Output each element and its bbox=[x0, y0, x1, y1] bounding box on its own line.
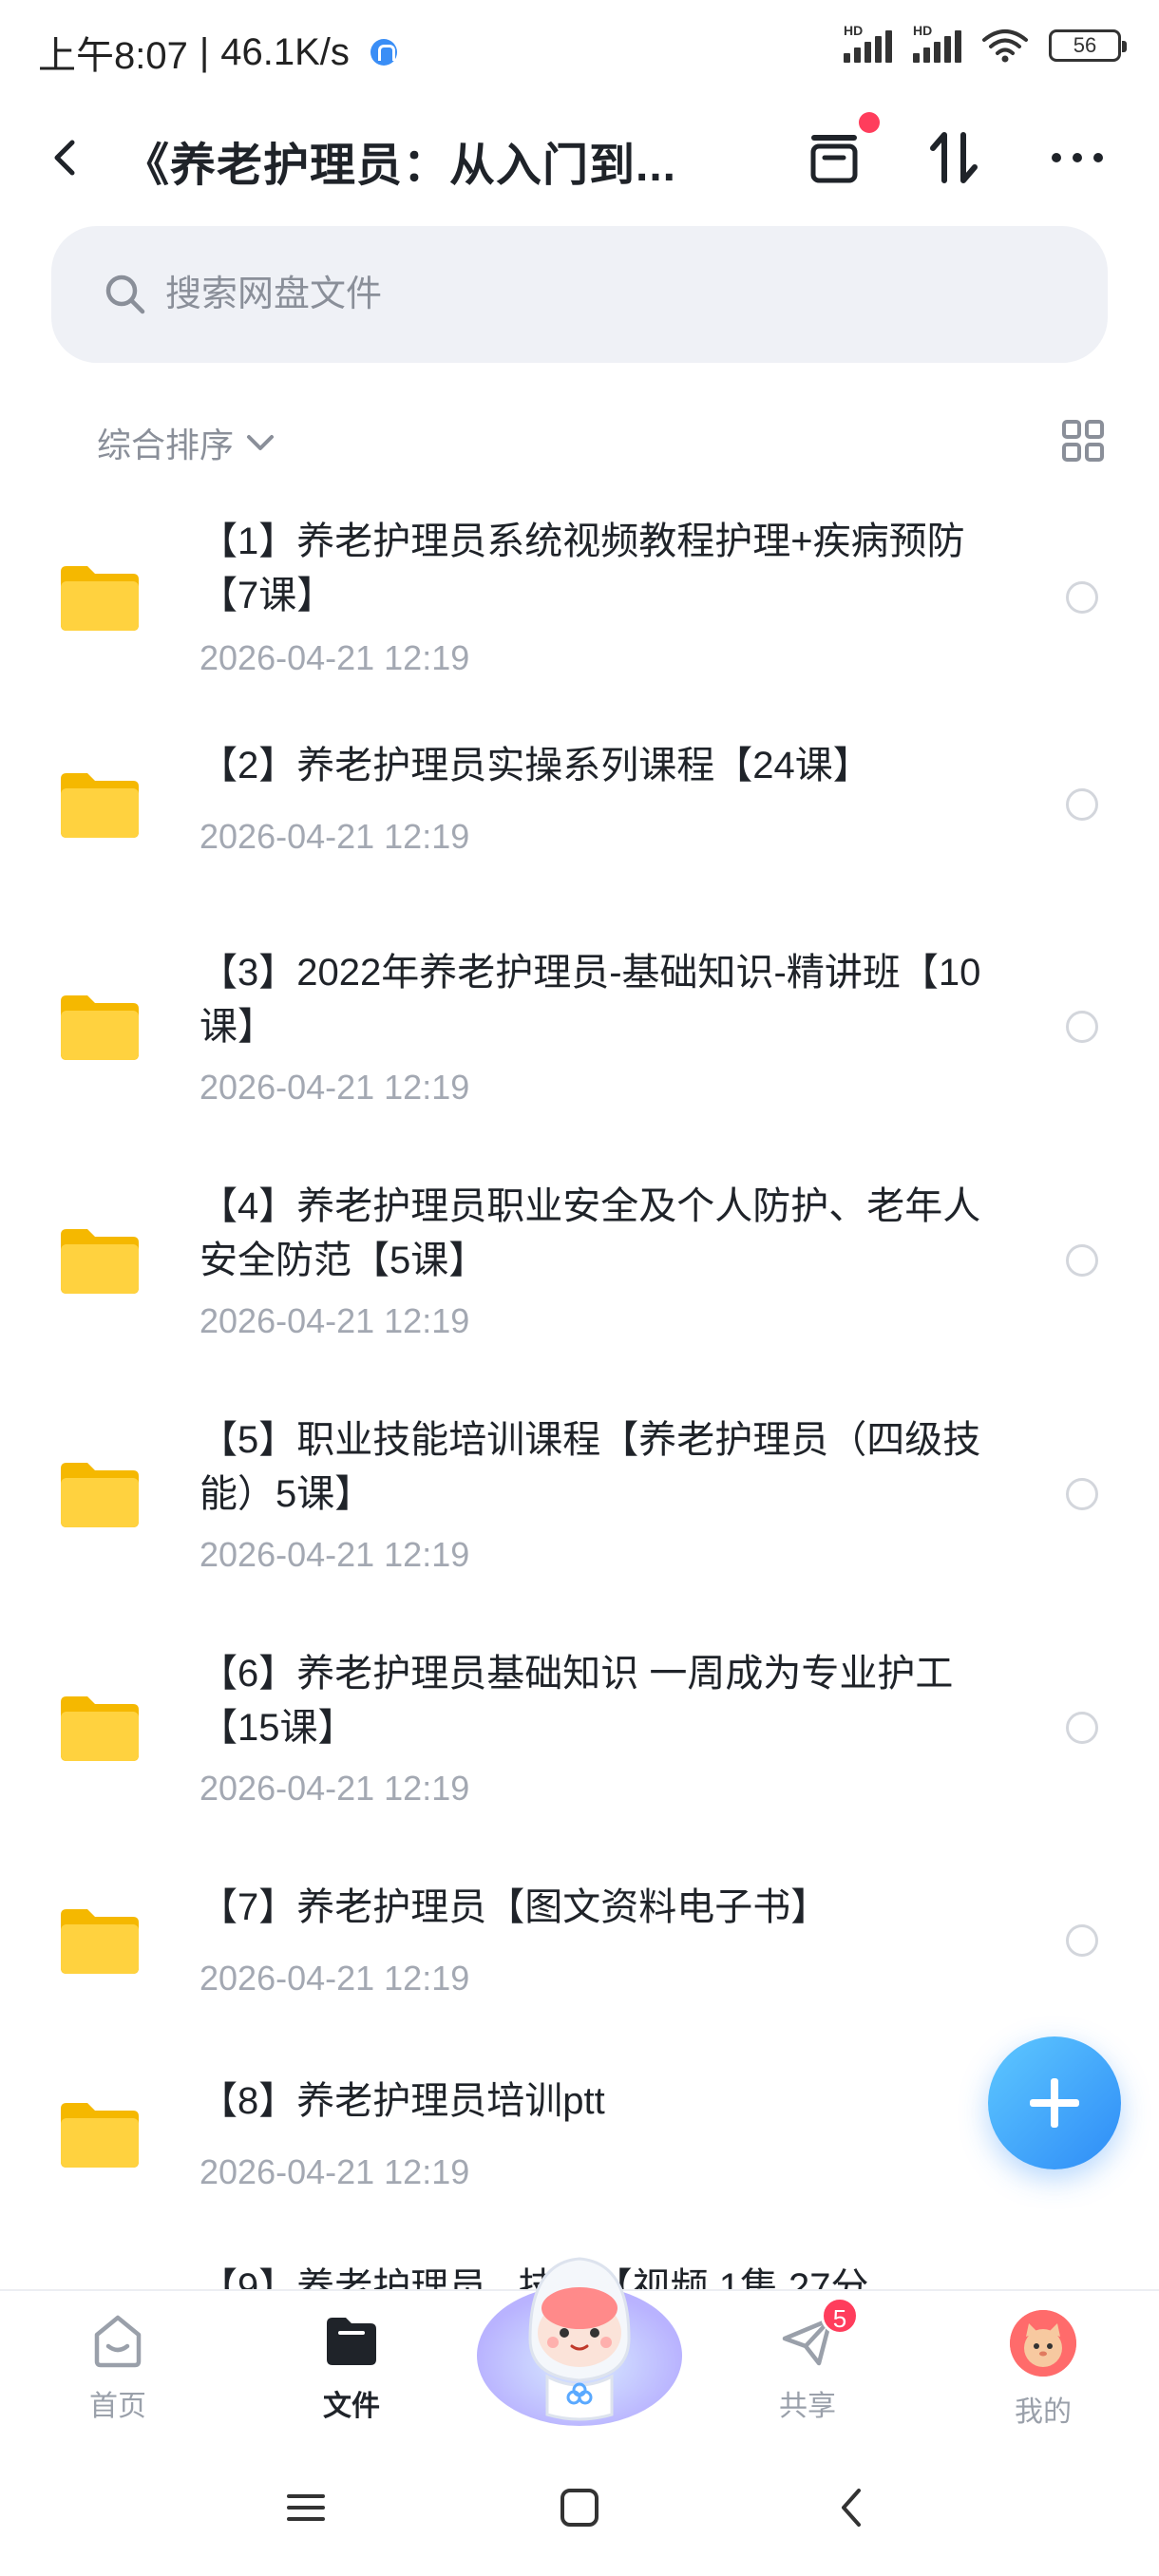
file-name: 【3】2022年养老护理员-基础知识-精讲班【10课】 bbox=[200, 952, 981, 1048]
sort-label: 综合排序 bbox=[97, 426, 235, 464]
select-radio[interactable] bbox=[1066, 1924, 1098, 1957]
file-date: 2026-04-21 12:19 bbox=[200, 638, 470, 677]
folder-icon bbox=[61, 995, 139, 1060]
file-item[interactable]: 【8】养老护理员培训ptt 2026-04-21 12:19 bbox=[0, 2040, 1159, 2211]
add-button[interactable] bbox=[988, 2036, 1121, 2169]
recent-apps-icon[interactable] bbox=[277, 2479, 334, 2536]
select-radio[interactable] bbox=[1066, 1011, 1098, 1043]
file-date: 2026-04-21 12:19 bbox=[200, 1769, 470, 1808]
status-left: 上午8:07 | 46.1K/s bbox=[38, 25, 397, 80]
folder-icon bbox=[61, 566, 139, 631]
nav-share[interactable]: 5 共享 bbox=[732, 2297, 884, 2424]
select-radio[interactable] bbox=[1066, 1244, 1098, 1277]
file-date: 2026-04-21 12:19 bbox=[200, 1535, 470, 1574]
file-name: 【2】养老护理员实操系列课程【24课】 bbox=[200, 745, 871, 786]
avatar-cat-icon bbox=[1010, 2310, 1076, 2377]
select-radio[interactable] bbox=[1066, 1478, 1098, 1510]
hd-label: HD bbox=[844, 23, 864, 38]
hd-label: HD bbox=[913, 23, 933, 38]
sort-row: 综合排序 bbox=[0, 408, 1159, 475]
folder-icon bbox=[61, 2103, 139, 2168]
file-date: 2026-04-21 12:19 bbox=[200, 1301, 470, 1340]
file-name: 【4】养老护理员职业安全及个人防护、老年人安全防范【5课】 bbox=[200, 1185, 981, 1281]
file-name: 【1】养老护理员系统视频教程护理+疾病预防【7课】 bbox=[200, 521, 965, 616]
grid-view-icon[interactable] bbox=[1060, 418, 1106, 464]
file-date: 2026-04-21 12:19 bbox=[200, 817, 470, 856]
system-back-icon[interactable] bbox=[825, 2479, 882, 2536]
search-icon bbox=[105, 275, 145, 314]
page-title: 《养老护理员：从入门到... bbox=[124, 141, 677, 191]
system-nav-bar bbox=[0, 2432, 1159, 2576]
more-dots-icon bbox=[1052, 153, 1103, 162]
file-item[interactable]: 【7】养老护理员【图文资料电子书】 2026-04-21 12:19 bbox=[0, 1847, 1159, 2017]
archive-box-icon bbox=[810, 135, 858, 183]
file-name: 【6】养老护理员基础知识 一周成为专业护工【15课】 bbox=[200, 1653, 954, 1749]
upload-status-icon bbox=[370, 39, 397, 66]
chevron-down-icon bbox=[247, 435, 275, 450]
nav-me-label: 我的 bbox=[1015, 2396, 1072, 2428]
notification-dot bbox=[859, 112, 880, 133]
archive-button[interactable] bbox=[798, 112, 880, 194]
file-name: 【5】职业技能培训课程【养老护理员（四级技能）5课】 bbox=[200, 1419, 981, 1515]
home-square-icon[interactable] bbox=[551, 2479, 608, 2536]
network-speed: 46.1K/s bbox=[220, 30, 350, 73]
sort-arrows-icon bbox=[930, 132, 978, 183]
folder-icon bbox=[61, 1696, 139, 1761]
select-radio[interactable] bbox=[1066, 581, 1098, 614]
select-radio[interactable] bbox=[1066, 1712, 1098, 1744]
share-badge: 5 bbox=[821, 2297, 859, 2335]
nav-home[interactable]: 首页 bbox=[42, 2310, 194, 2424]
file-item[interactable]: 【3】2022年养老护理员-基础知识-精讲班【10课】 2026-04-21 1… bbox=[0, 912, 1159, 1121]
nav-files-label: 文件 bbox=[323, 2391, 380, 2422]
header: 《养老护理员：从入门到... bbox=[0, 104, 1159, 209]
more-button[interactable] bbox=[1041, 122, 1113, 194]
file-name: 【7】养老护理员【图文资料电子书】 bbox=[200, 1886, 829, 1928]
status-bar: 上午8:07 | 46.1K/s HD HD 56 bbox=[0, 0, 1159, 95]
nav-home-label: 首页 bbox=[89, 2391, 146, 2422]
file-name: 【8】养老护理员培训ptt bbox=[200, 2080, 605, 2122]
folder-icon bbox=[61, 1909, 139, 1974]
file-item[interactable]: 【1】养老护理员系统视频教程护理+疾病预防【7课】 2026-04-21 12:… bbox=[0, 494, 1159, 703]
nav-files[interactable]: 文件 bbox=[276, 2310, 428, 2424]
file-item[interactable]: 【6】养老护理员基础知识 一周成为专业护工【15课】 2026-04-21 12… bbox=[0, 1613, 1159, 1822]
file-item[interactable]: 【5】职业技能培训课程【养老护理员（四级技能）5课】 2026-04-21 12… bbox=[0, 1379, 1159, 1588]
battery-icon: 56 bbox=[1049, 29, 1127, 62]
status-right: HD HD 56 bbox=[844, 23, 1127, 63]
nav-share-label: 共享 bbox=[779, 2391, 836, 2422]
signal-icon-1: HD bbox=[844, 23, 892, 63]
folder-filled-icon bbox=[327, 2318, 376, 2365]
battery-level: 56 bbox=[1073, 33, 1097, 57]
file-item[interactable]: 【2】养老护理员实操系列课程【24课】 2026-04-21 12:19 bbox=[0, 722, 1159, 893]
sort-button[interactable] bbox=[918, 122, 990, 194]
folder-icon bbox=[61, 773, 139, 838]
back-arrow-icon[interactable] bbox=[38, 129, 95, 186]
folder-icon bbox=[61, 1229, 139, 1294]
select-radio[interactable] bbox=[1066, 788, 1098, 821]
status-separator: | bbox=[199, 30, 210, 73]
wifi-icon bbox=[982, 29, 1028, 63]
nav-me[interactable]: 我的 bbox=[967, 2310, 1119, 2430]
search-input[interactable] bbox=[165, 262, 1020, 327]
home-icon bbox=[94, 2315, 142, 2368]
avatar bbox=[1010, 2310, 1076, 2377]
search-bar[interactable] bbox=[51, 226, 1108, 363]
ai-assistant-mascot-button[interactable] bbox=[473, 2234, 686, 2434]
file-date: 2026-04-21 12:19 bbox=[200, 2152, 470, 2191]
file-date: 2026-04-21 12:19 bbox=[200, 1068, 470, 1107]
file-item[interactable]: 【4】养老护理员职业安全及个人防护、老年人安全防范【5课】 2026-04-21… bbox=[0, 1146, 1159, 1354]
file-date: 2026-04-21 12:19 bbox=[200, 1959, 470, 1998]
sort-dropdown[interactable]: 综合排序 bbox=[97, 418, 277, 467]
signal-icon-2: HD bbox=[913, 23, 961, 63]
status-time: 上午8:07 bbox=[38, 35, 188, 77]
folder-icon bbox=[61, 1463, 139, 1527]
